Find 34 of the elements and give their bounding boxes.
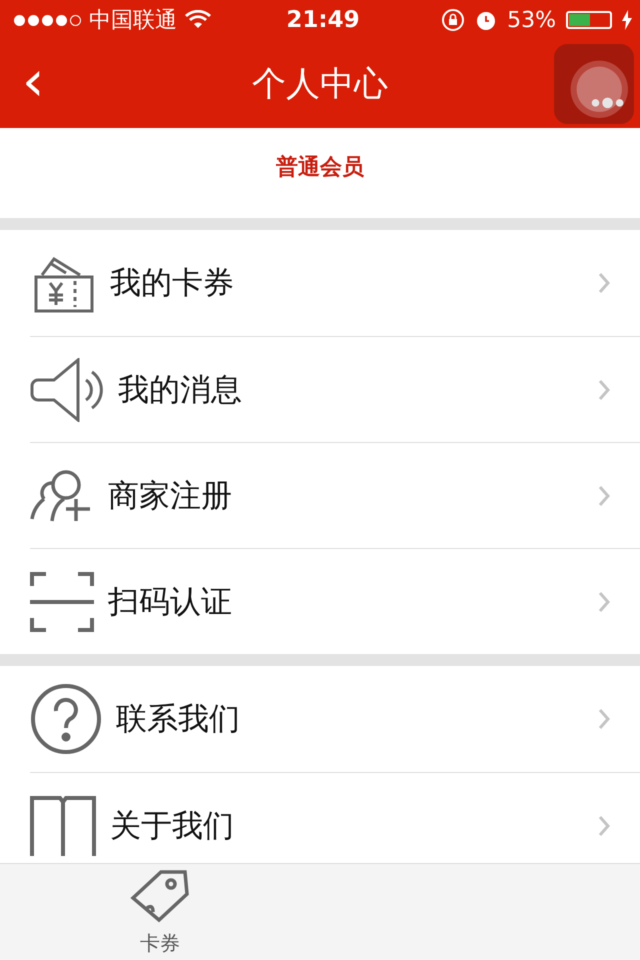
rotation-lock-icon: [441, 8, 466, 32]
menu-label: 商家注册: [108, 476, 233, 516]
book-icon: [30, 796, 96, 856]
chevron-icon: [598, 484, 610, 506]
page-title: 个人中心: [252, 63, 388, 106]
menu-label: 关于我们: [110, 806, 235, 846]
clock-time: 21:49: [286, 7, 360, 33]
menu-label: 我的消息: [118, 370, 243, 410]
menu-label: 联系我们: [116, 700, 241, 739]
chevron-icon: [598, 272, 610, 294]
speaker-icon: [30, 358, 104, 422]
member-level: 普通会员: [276, 154, 364, 182]
wifi-icon: [185, 10, 211, 30]
battery-percent: 53%: [507, 8, 556, 32]
menu-label: 我的卡券: [110, 264, 235, 303]
chevron-icon: [598, 708, 610, 730]
charging-icon: [622, 10, 632, 30]
chevron-icon: [598, 378, 610, 400]
menu-item[interactable]: 商家注册: [30, 442, 640, 548]
menu-item[interactable]: 我的卡券: [30, 230, 640, 336]
tag-icon: [129, 868, 191, 924]
battery-icon: [566, 11, 612, 29]
chevron-icon: [598, 814, 610, 836]
menu-item[interactable]: 扫码认证: [30, 548, 640, 654]
menu-label: 扫码认证: [108, 582, 233, 622]
question-icon: [30, 683, 102, 755]
scan-icon: [30, 570, 94, 634]
carrier-name: 中国联通: [89, 7, 177, 35]
menu-item[interactable]: 联系我们: [30, 666, 640, 772]
back-button[interactable]: ‹: [16, 54, 50, 110]
alarm-icon: [475, 9, 498, 31]
floating-button-icon[interactable]: [554, 44, 634, 124]
menu-item[interactable]: 我的消息: [30, 336, 640, 442]
chevron-icon: [598, 590, 610, 612]
